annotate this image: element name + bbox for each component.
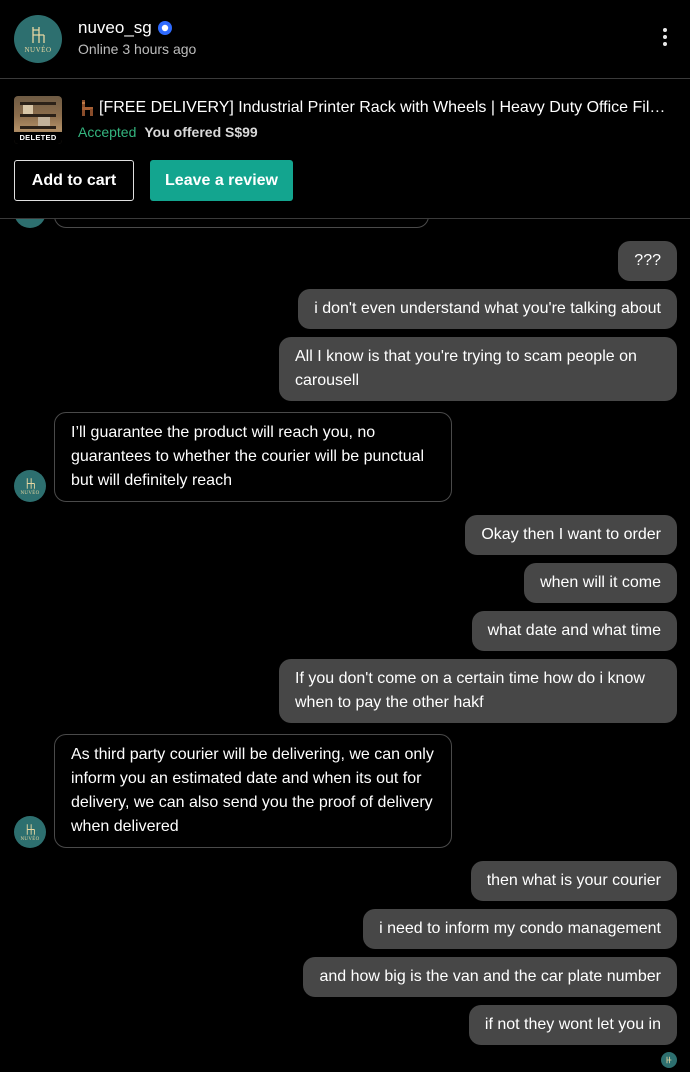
chair-logo-icon	[26, 477, 35, 489]
more-options-button[interactable]	[650, 22, 680, 52]
read-receipt-avatar	[661, 1052, 677, 1068]
message-sent: if not they wont let you in	[468, 1005, 677, 1045]
more-dot	[663, 35, 667, 39]
thumb-shape	[23, 105, 33, 114]
message-sent: ???	[618, 241, 677, 281]
message-received: As third party courier will be deliverin…	[54, 734, 452, 848]
chair-logo-icon	[666, 1056, 672, 1064]
message-sent: then what is your courier	[470, 861, 677, 901]
seller-avatar[interactable]: NUVÉO	[14, 15, 62, 63]
offer-row: Accepted You offered S$99	[78, 124, 258, 140]
message-sent: All I know is that you're trying to scam…	[279, 337, 677, 401]
message-received: I’ll guarantee the product will reach yo…	[54, 412, 452, 502]
listing-summary: DELETED [FREE DELIVERY] Industrial Print…	[0, 79, 690, 219]
message-sent: when will it come	[524, 563, 677, 603]
message-sent: Okay then I want to order	[465, 515, 677, 555]
chair-emoji-icon	[82, 100, 93, 116]
message-sent: i don't even understand what you're talk…	[298, 289, 677, 329]
offer-amount: You offered S$99	[144, 124, 258, 140]
seller-message-avatar: NUVÉO	[14, 470, 46, 502]
chair-logo-icon	[26, 823, 35, 835]
avatar-brand-text: NUVÉO	[20, 836, 40, 842]
chair-logo-icon	[32, 26, 45, 43]
verified-badge-icon	[157, 21, 172, 35]
leave-review-button[interactable]: Leave a review	[150, 160, 293, 201]
message-sent: and how big is the van and the car plate…	[303, 957, 677, 997]
thumb-shape	[38, 117, 50, 126]
message-sent: what date and what time	[471, 611, 677, 651]
seller-online-status: Online 3 hours ago	[78, 41, 197, 57]
listing-title: [FREE DELIVERY] Industrial Printer Rack …	[99, 99, 674, 116]
message-sent: i need to inform my condo management	[363, 909, 677, 949]
listing-title-row[interactable]: [FREE DELIVERY] Industrial Printer Rack …	[78, 97, 674, 119]
deleted-label: DELETED	[14, 132, 62, 144]
seller-name-row: nuveo_sg	[78, 17, 173, 39]
message-list[interactable]: ??? i don't even understand what you're …	[0, 180, 690, 1072]
offer-status: Accepted	[78, 124, 137, 140]
thumb-shape	[20, 126, 56, 129]
avatar-brand-text: NUVÉO	[20, 490, 40, 496]
avatar-brand-text: NUVÉO	[24, 45, 52, 54]
chat-header: NUVÉO nuveo_sg Online 3 hours ago	[0, 0, 690, 79]
seller-name[interactable]: nuveo_sg	[78, 18, 152, 38]
more-vertical-icon	[663, 28, 667, 32]
add-to-cart-button[interactable]: Add to cart	[14, 160, 134, 201]
listing-thumbnail[interactable]: DELETED	[14, 96, 62, 144]
message-sent: If you don't come on a certain time how …	[279, 659, 677, 723]
more-dot	[663, 42, 667, 46]
seller-message-avatar: NUVÉO	[14, 816, 46, 848]
